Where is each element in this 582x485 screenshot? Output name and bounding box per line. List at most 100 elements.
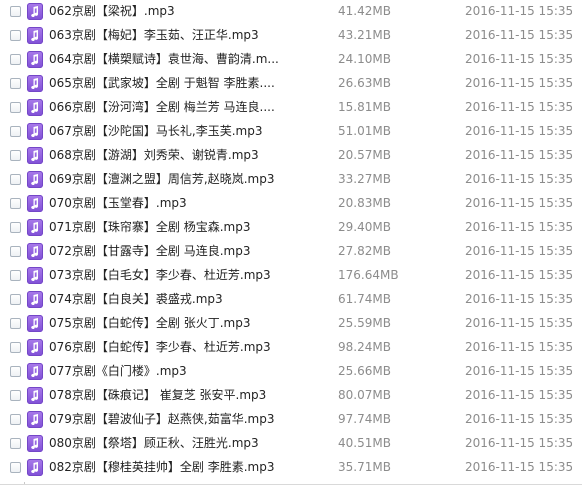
- file-name[interactable]: 080京剧【祭塔】顾正秋、汪胜光.mp3: [49, 436, 289, 450]
- file-size: 29.40MB: [338, 220, 391, 234]
- file-row[interactable]: 064京剧【横槊赋诗】袁世海、曹韵清.m... 24.10MB 2016-11-15…: [0, 49, 582, 73]
- select-checkbox[interactable]: [10, 318, 21, 329]
- file-size: 61.74MB: [338, 292, 391, 306]
- file-size: 33.27MB: [338, 172, 391, 186]
- file-row[interactable]: 075京剧【白蛇传】全剧 张火丁.mp3 25.59MB 2016-11-15 15…: [0, 313, 582, 337]
- music-note-icon: [27, 243, 43, 260]
- select-checkbox[interactable]: [10, 198, 21, 209]
- select-checkbox[interactable]: [10, 78, 21, 89]
- file-size: 98.24MB: [338, 340, 391, 354]
- select-checkbox[interactable]: [10, 6, 21, 17]
- file-row[interactable]: 080京剧【祭塔】顾正秋、汪胜光.mp3 40.51MB 2016-11-15 15…: [0, 433, 582, 457]
- file-size: 51.01MB: [338, 124, 391, 138]
- select-checkbox[interactable]: [10, 270, 21, 281]
- file-row[interactable]: 067京剧【沙陀国】马长礼,李玉芙.mp3 51.01MB 2016-11-15 1…: [0, 121, 582, 145]
- music-note-icon: [27, 75, 43, 92]
- file-date: 2016-11-15 15:35: [465, 124, 574, 138]
- file-name[interactable]: 071京剧【珠帘寨】全剧 杨宝森.mp3: [49, 220, 289, 234]
- select-checkbox[interactable]: [10, 390, 21, 401]
- music-note-icon: [27, 339, 43, 356]
- music-note-icon: [27, 195, 43, 212]
- file-date: 2016-11-15 15:35: [465, 4, 574, 18]
- music-note-icon: [27, 315, 43, 332]
- music-note-icon: [27, 171, 43, 188]
- music-note-icon: [27, 147, 43, 164]
- file-date: 2016-11-15 15:35: [465, 364, 574, 378]
- music-note-icon: [27, 387, 43, 404]
- file-name[interactable]: 068京剧【游湖】刘秀荣、谢锐青.mp3: [49, 148, 289, 162]
- file-name[interactable]: 076京剧【白蛇传】李少春、杜近芳.mp3: [49, 340, 289, 354]
- file-row[interactable]: 066京剧【汾河湾】全剧 梅兰芳 马连良.... 15.81MB 2016-11-1…: [0, 97, 582, 121]
- file-row[interactable]: 069京剧【澶渊之盟】周信芳,赵晓岚.mp3 33.27MB 2016-11-15 …: [0, 169, 582, 193]
- select-checkbox[interactable]: [10, 150, 21, 161]
- music-note-icon: [27, 435, 43, 452]
- file-row[interactable]: 079京剧【碧波仙子】赵燕侠,茹富华.mp3 97.74MB 2016-11-15 …: [0, 409, 582, 433]
- file-size: 176.64MB: [338, 268, 399, 282]
- file-date: 2016-11-15 15:35: [465, 316, 574, 330]
- file-date: 2016-11-15 15:35: [465, 460, 574, 474]
- music-note-icon: [27, 459, 43, 476]
- file-name[interactable]: 070京剧【玉堂春】.mp3: [49, 196, 289, 210]
- file-name[interactable]: 066京剧【汾河湾】全剧 梅兰芳 马连良....: [49, 100, 289, 114]
- select-checkbox[interactable]: [10, 54, 21, 65]
- file-name[interactable]: 072京剧【甘露寺】全剧 马连良.mp3: [49, 244, 289, 258]
- file-name[interactable]: 082京剧【穆桂英挂帅】全剧 李胜素.mp3: [49, 460, 289, 474]
- music-note-icon: [27, 123, 43, 140]
- file-name[interactable]: 073京剧【白毛女】李少春、杜近芳.mp3: [49, 268, 289, 282]
- file-row[interactable]: 065京剧【武家坡】全剧 于魁智 李胜素.... 26.63MB 2016-11-1…: [0, 73, 582, 97]
- file-name[interactable]: 078京剧【硃痕记】 崔复芝 张安平.mp3: [49, 388, 289, 402]
- file-row[interactable]: 068京剧【游湖】刘秀荣、谢锐青.mp3 20.57MB 2016-11-15 15…: [0, 145, 582, 169]
- file-date: 2016-11-15 15:35: [465, 340, 574, 354]
- file-name[interactable]: 062京剧【梁祝】.mp3: [49, 4, 289, 18]
- select-checkbox[interactable]: [10, 414, 21, 425]
- file-row[interactable]: 078京剧【硃痕记】 崔复芝 张安平.mp3 80.07MB 2016-11-15 …: [0, 385, 582, 409]
- file-name[interactable]: 077京剧《白门楼》.mp3: [49, 364, 289, 378]
- file-date: 2016-11-15 15:35: [465, 52, 574, 66]
- file-name[interactable]: 069京剧【澶渊之盟】周信芳,赵晓岚.mp3: [49, 172, 289, 186]
- file-size: 25.66MB: [338, 364, 391, 378]
- file-date: 2016-11-15 15:35: [465, 388, 574, 402]
- music-note-icon: [27, 267, 43, 284]
- file-date: 2016-11-15 15:35: [465, 268, 574, 282]
- file-name[interactable]: 074京剧【白良关】裘盛戎.mp3: [49, 292, 289, 306]
- file-row[interactable]: 073京剧【白毛女】李少春、杜近芳.mp3 176.64MB 2016-11-15 …: [0, 265, 582, 289]
- file-row[interactable]: 076京剧【白蛇传】李少春、杜近芳.mp3 98.24MB 2016-11-15 1…: [0, 337, 582, 361]
- music-note-icon: [27, 51, 43, 68]
- file-size: 25.59MB: [338, 316, 391, 330]
- music-note-icon: [27, 219, 43, 236]
- file-name[interactable]: 065京剧【武家坡】全剧 于魁智 李胜素....: [49, 76, 289, 90]
- file-row[interactable]: 082京剧【穆桂英挂帅】全剧 李胜素.mp3 35.71MB 2016-11-15 …: [0, 457, 582, 481]
- file-row[interactable]: 071京剧【珠帘寨】全剧 杨宝森.mp3 29.40MB 2016-11-15 15…: [0, 217, 582, 241]
- select-checkbox[interactable]: [10, 30, 21, 41]
- file-name[interactable]: 067京剧【沙陀国】马长礼,李玉芙.mp3: [49, 124, 289, 138]
- select-checkbox[interactable]: [10, 174, 21, 185]
- select-checkbox[interactable]: [10, 126, 21, 137]
- file-date: 2016-11-15 15:35: [465, 148, 574, 162]
- file-name[interactable]: 079京剧【碧波仙子】赵燕侠,茹富华.mp3: [49, 412, 289, 426]
- file-row[interactable]: 070京剧【玉堂春】.mp3 20.83MB 2016-11-15 15:35: [0, 193, 582, 217]
- music-note-icon: [27, 99, 43, 116]
- file-row[interactable]: 074京剧【白良关】裘盛戎.mp3 61.74MB 2016-11-15 15:35: [0, 289, 582, 313]
- file-date: 2016-11-15 15:35: [465, 100, 574, 114]
- file-name[interactable]: 064京剧【横槊赋诗】袁世海、曹韵清.m...: [49, 52, 289, 66]
- file-row[interactable]: 072京剧【甘露寺】全剧 马连良.mp3 27.82MB 2016-11-15 15…: [0, 241, 582, 265]
- file-date: 2016-11-15 15:35: [465, 196, 574, 210]
- file-row[interactable]: 062京剧【梁祝】.mp3 41.42MB 2016-11-15 15:35: [0, 1, 582, 25]
- select-checkbox[interactable]: [10, 366, 21, 377]
- file-date: 2016-11-15 15:35: [465, 172, 574, 186]
- select-checkbox[interactable]: [10, 462, 21, 473]
- select-checkbox[interactable]: [10, 222, 21, 233]
- select-checkbox[interactable]: [10, 438, 21, 449]
- file-name[interactable]: 063京剧【梅妃】李玉茹、汪正华.mp3: [49, 28, 289, 42]
- file-row[interactable]: 077京剧《白门楼》.mp3 25.66MB 2016-11-15 15:35: [0, 361, 582, 385]
- music-note-icon: [27, 3, 43, 20]
- select-checkbox[interactable]: [10, 294, 21, 305]
- select-checkbox[interactable]: [10, 246, 21, 257]
- file-row[interactable]: 063京剧【梅妃】李玉茹、汪正华.mp3 43.21MB 2016-11-15 15…: [0, 25, 582, 49]
- select-checkbox[interactable]: [10, 342, 21, 353]
- file-date: 2016-11-15 15:35: [465, 292, 574, 306]
- select-checkbox[interactable]: [10, 102, 21, 113]
- file-name[interactable]: 075京剧【白蛇传】全剧 张火丁.mp3: [49, 316, 289, 330]
- file-size: 24.10MB: [338, 52, 391, 66]
- file-size: 40.51MB: [338, 436, 391, 450]
